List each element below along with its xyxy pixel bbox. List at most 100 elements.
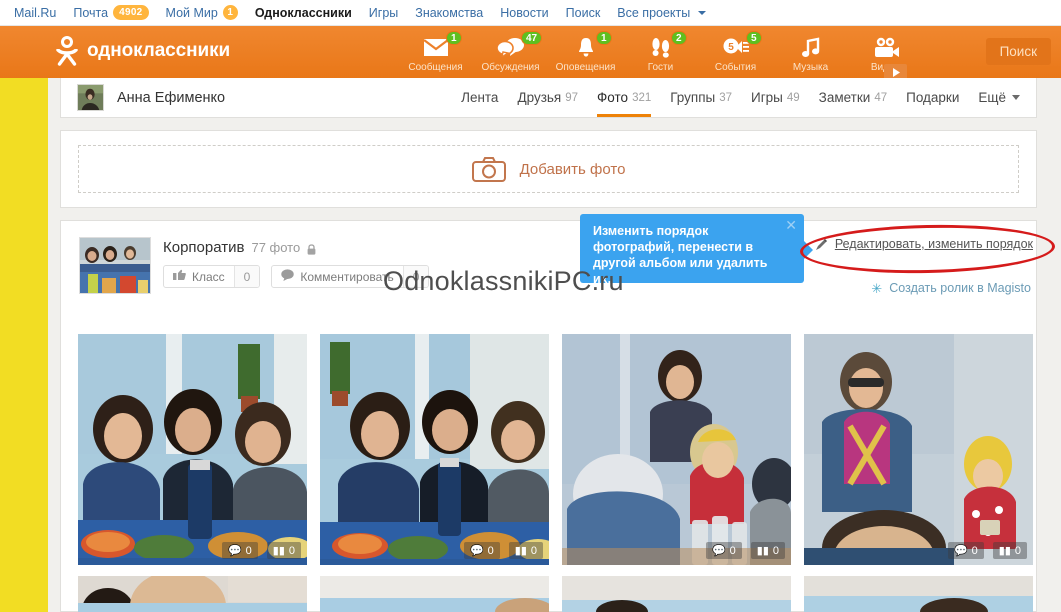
- thumb-up-icon: [173, 269, 186, 284]
- tab-zametki[interactable]: Заметки 47: [819, 78, 887, 117]
- mailru-link-moymir[interactable]: Мой Мир: [166, 6, 218, 20]
- like-count: 0: [233, 266, 260, 287]
- mailru-badge-pochta: 4902: [113, 5, 149, 20]
- tab-druzya[interactable]: Друзья 97: [517, 78, 578, 117]
- photo-comment-count-wrap: 💬 0: [463, 542, 500, 559]
- photo-like-count: 0: [1014, 544, 1021, 557]
- photo-tile[interactable]: 💬 0 ▮▮ 0: [78, 334, 307, 565]
- tab-zametki-label: Заметки: [818, 90, 871, 105]
- magisto-link[interactable]: ✳ Создать ролик в Magisto: [871, 281, 1031, 295]
- envelope-icon: [422, 35, 449, 59]
- tab-igry[interactable]: Игры 49: [751, 78, 800, 117]
- photo-image: [78, 576, 307, 612]
- photo-meta: 💬 0 ▮▮ 0: [947, 542, 1027, 559]
- photo-like-count-wrap: ▮▮ 0: [750, 542, 785, 559]
- ok-header-nav: 1 Сообщения 47 Обсуждения 1 Оповещения 2…: [398, 31, 923, 77]
- mailru-top-bar: Mail.Ru Почта 4902 Мой Мир 1 Одноклассни…: [0, 0, 1061, 26]
- mailru-item-mailru[interactable]: Mail.Ru: [14, 6, 56, 20]
- mailru-item-moymir[interactable]: Мой Мир 1: [166, 5, 238, 20]
- photo-like-count-wrap: ▮▮ 0: [266, 542, 301, 559]
- edit-order-label: Редактировать, изменить порядок: [834, 237, 1033, 251]
- comment-button-label: Комментировать: [300, 269, 394, 284]
- photo-tile[interactable]: [78, 576, 307, 612]
- nav-item-music[interactable]: Музыка: [773, 31, 848, 77]
- photo-comment-count: 0: [729, 544, 736, 557]
- photo-like-count-wrap: ▮▮ 0: [992, 542, 1027, 559]
- album-title[interactable]: Корпоратив: [163, 239, 244, 256]
- tab-gruppy[interactable]: Группы 37: [670, 78, 732, 117]
- mailru-link-mailru[interactable]: Mail.Ru: [14, 6, 56, 20]
- comment-icon: [281, 269, 295, 284]
- tab-foto[interactable]: Фото 321: [597, 78, 652, 117]
- nav-item-discussions[interactable]: 47 Обсуждения: [473, 31, 548, 77]
- footprints-icon: [650, 35, 672, 59]
- add-photo-label: Добавить фото: [519, 160, 626, 178]
- mailru-item-igry[interactable]: Игры: [369, 6, 398, 20]
- comment-icon: 💬: [227, 545, 242, 557]
- tab-podarki[interactable]: Подарки: [906, 78, 959, 117]
- chevron-down-icon: [698, 10, 707, 15]
- magisto-label: Создать ролик в Magisto: [889, 281, 1031, 295]
- nav-item-notifications[interactable]: 1 Оповещения: [548, 31, 623, 77]
- photo-tile[interactable]: 💬 0 ▮▮ 0: [320, 334, 549, 565]
- nav-label-messages: Сообщения: [408, 62, 463, 73]
- mailru-link-znakomstva[interactable]: Знакомства: [415, 6, 483, 20]
- tab-igry-label: Игры: [751, 90, 783, 105]
- nav-badge-notifications: 1: [596, 31, 612, 45]
- chart-bars-icon: ▮▮: [272, 545, 285, 557]
- photo-tile[interactable]: [804, 576, 1033, 612]
- header-search-button[interactable]: Поиск: [985, 38, 1051, 65]
- tooltip-arrow-icon: [804, 241, 813, 259]
- photo-image: [804, 576, 1033, 612]
- photo-tile[interactable]: [320, 576, 549, 612]
- mailru-link-vse-proekty[interactable]: Все проекты: [617, 6, 690, 20]
- tab-lenta[interactable]: Лента: [461, 78, 498, 117]
- photo-tile[interactable]: 💬 0 ▮▮ 0: [562, 334, 791, 565]
- tab-lenta-label: Лента: [461, 90, 499, 105]
- edit-order-link[interactable]: Редактировать, изменить порядок: [815, 237, 1033, 251]
- ok-logo-text: одноклассники: [87, 40, 231, 61]
- mailru-item-odnoklassniki[interactable]: Одноклассники: [255, 6, 352, 20]
- mailru-link-pochta[interactable]: Почта: [73, 6, 108, 20]
- ok-logo-arms-icon: [56, 49, 78, 66]
- nav-item-messages[interactable]: 1 Сообщения: [398, 31, 473, 77]
- nav-badge-messages: 1: [446, 31, 462, 45]
- mailru-item-vse-proekty[interactable]: Все проекты: [617, 6, 707, 20]
- mailru-item-poisk[interactable]: Поиск: [566, 6, 601, 20]
- like-button[interactable]: Класс 0: [163, 265, 261, 288]
- photo-comment-count: 0: [245, 544, 252, 557]
- mailru-link-novosti[interactable]: Новости: [500, 6, 548, 20]
- ok-logo[interactable]: одноклассники: [56, 36, 230, 66]
- photo-grid-row-1: 💬 0 ▮▮ 0 💬 0 ▮▮ 0 💬 0 ▮▮ 0 💬 0 ▮▮ 0: [78, 334, 1033, 565]
- mailru-item-pochta[interactable]: Почта 4902: [73, 5, 149, 20]
- left-yellow-strip: [0, 78, 48, 612]
- mailru-item-novosti[interactable]: Новости: [500, 6, 548, 20]
- album-cover-thumbnail[interactable]: [79, 237, 151, 294]
- nav-label-events: События: [714, 62, 757, 73]
- photo-tile[interactable]: [562, 576, 791, 612]
- photo-grid: 💬 0 ▮▮ 0 💬 0 ▮▮ 0 💬 0 ▮▮ 0 💬 0 ▮▮ 0: [78, 334, 1033, 612]
- nav-item-events[interactable]: 5 5 События: [698, 31, 773, 77]
- photo-comment-count-wrap: 💬 0: [947, 542, 984, 559]
- close-icon[interactable]: ✕: [785, 218, 797, 232]
- photo-comment-count: 0: [487, 544, 494, 557]
- tab-gruppy-count: 37: [719, 91, 733, 104]
- photo-image: [320, 334, 549, 565]
- add-photo-card: Добавить фото: [60, 130, 1037, 208]
- mailru-link-igry[interactable]: Игры: [369, 6, 398, 20]
- photo-tile[interactable]: 💬 0 ▮▮ 0: [804, 334, 1033, 565]
- nav-item-guests[interactable]: 2 Гости: [623, 31, 698, 77]
- photo-image: [562, 334, 791, 565]
- nav-label-music: Музыка: [792, 62, 829, 73]
- photo-image: [804, 334, 1033, 565]
- photo-meta: 💬 0 ▮▮ 0: [221, 542, 301, 559]
- ok-logo-icon: [56, 36, 78, 66]
- tab-eshche[interactable]: Ещё: [978, 78, 1020, 117]
- mailru-item-znakomstva[interactable]: Знакомства: [415, 6, 483, 20]
- add-photo-dropzone[interactable]: Добавить фото: [78, 145, 1019, 193]
- photo-grid-row-2: [78, 576, 1033, 612]
- mailru-link-odnoklassniki[interactable]: Одноклассники: [255, 6, 352, 20]
- album-cover-image: [80, 238, 150, 293]
- mailru-link-poisk[interactable]: Поиск: [566, 6, 601, 20]
- avatar[interactable]: [77, 84, 104, 111]
